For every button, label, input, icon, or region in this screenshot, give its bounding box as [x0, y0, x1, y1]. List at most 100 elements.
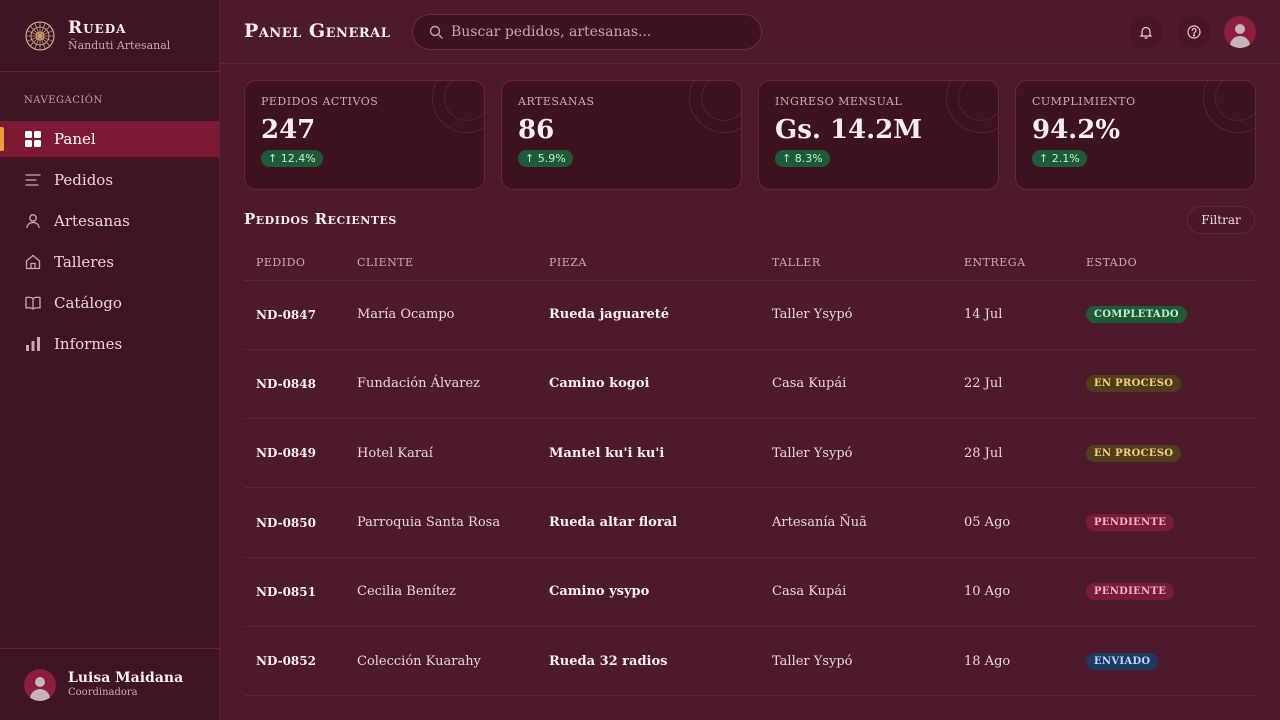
stat-value: 94.2%: [1032, 115, 1121, 145]
user-name: Luisa Maidana: [68, 670, 184, 686]
workshop-name: Taller Ysypó: [760, 418, 952, 489]
column-header-pedido[interactable]: Pedido: [244, 245, 345, 281]
order-id: ND-0850: [244, 487, 345, 558]
notifications-button[interactable]: [1130, 16, 1162, 48]
sidebar-item-talleres[interactable]: Talleres: [0, 244, 219, 280]
table-row[interactable]: ND-0851 Cecilia Benítez Camino ysypo Casa K…: [244, 557, 1256, 627]
status-cell: Enviado: [1074, 626, 1256, 697]
workshop-name: Taller Ysypó: [760, 626, 952, 697]
book-icon: [24, 294, 42, 312]
sidebar-item-artesanas[interactable]: Artesanas: [0, 203, 219, 239]
page-title: Panel General: [244, 20, 391, 42]
status-badge: Pendiente: [1086, 514, 1175, 532]
bar-chart-icon: [24, 335, 42, 353]
column-header-pieza[interactable]: Pieza: [537, 245, 760, 281]
workshop-name: Artesanía Ñuã: [760, 487, 952, 558]
stat-card-artisans: Artesanas 86 ↑ 5.9%: [501, 80, 742, 190]
sidebar-item-label: Catálogo: [54, 294, 122, 312]
status-cell: En proceso: [1074, 418, 1256, 489]
client-name: Hotel Karaí: [345, 418, 537, 489]
user-icon: [24, 212, 42, 230]
order-id: ND-0852: [244, 626, 345, 697]
avatar: [24, 668, 56, 701]
grid-icon: [24, 130, 42, 148]
sidebar-item-label: Talleres: [54, 253, 114, 271]
search-input[interactable]: [451, 24, 741, 40]
delivery-date: 10 Ago: [952, 557, 1074, 627]
client-name: Parroquia Santa Rosa: [345, 487, 537, 558]
sidebar-item-informes[interactable]: Informes: [0, 326, 219, 362]
stat-delta-badge: ↑ 5.9%: [518, 150, 573, 167]
delivery-date: 18 Ago: [952, 626, 1074, 697]
brand-title: Rueda: [68, 17, 127, 38]
stat-card-active-orders: Pedidos activos 247 ↑ 12.4%: [244, 80, 485, 190]
piece-name: Camino kogoi: [537, 349, 760, 420]
stat-value: Gs. 14.2M: [775, 115, 923, 145]
piece-name: Mantel ku'i ku'i: [537, 418, 760, 489]
orders-table: Pedido Cliente Pieza Taller Entrega Esta…: [244, 245, 1256, 697]
stat-delta-badge: ↑ 8.3%: [775, 150, 830, 167]
table-row[interactable]: ND-0849 Hotel Karaí Mantel ku'i ku'i Taller…: [244, 418, 1256, 489]
delivery-date: 14 Jul: [952, 280, 1074, 350]
client-name: Cecilia Benítez: [345, 557, 537, 627]
workshop-name: Casa Kupái: [760, 557, 952, 627]
workshop-name: Casa Kupái: [760, 349, 952, 420]
stats-cards: Pedidos activos 247 ↑ 12.4% Artesanas 86…: [244, 80, 1256, 190]
nanduti-logo-icon: [25, 21, 55, 50]
sidebar-item-catalogo[interactable]: Catálogo: [0, 285, 219, 321]
recent-orders-title: Pedidos Recientes: [244, 210, 397, 228]
status-cell: Completado: [1074, 280, 1256, 350]
search-box[interactable]: [412, 14, 762, 50]
orders-table-body: ND-0847 María Ocampo Rueda jaguareté Taller…: [244, 280, 1256, 697]
stat-delta-badge: ↑ 2.1%: [1032, 150, 1087, 167]
sidebar-nav: Panel Pedidos Artesanas Talleres Catálog…: [0, 121, 219, 367]
delivery-date: 28 Jul: [952, 418, 1074, 489]
filter-button[interactable]: Filtrar: [1187, 206, 1255, 234]
status-badge: Enviado: [1086, 652, 1159, 670]
sidebar-item-panel[interactable]: Panel: [0, 121, 219, 157]
sidebar-item-label: Informes: [54, 335, 123, 353]
sidebar-item-label: Pedidos: [54, 171, 114, 189]
column-header-taller[interactable]: Taller: [760, 245, 952, 281]
order-id: ND-0849: [244, 418, 345, 489]
piece-name: Camino ysypo: [537, 557, 760, 627]
stat-value: 86: [518, 115, 555, 145]
table-row[interactable]: ND-0850 Parroquia Santa Rosa Rueda altar f…: [244, 487, 1256, 558]
stat-card-monthly-income: Ingreso mensual Gs. 14.2M ↑ 8.3%: [758, 80, 999, 190]
stat-card-fulfillment: Cumplimiento 94.2% ↑ 2.1%: [1015, 80, 1256, 190]
piece-name: Rueda jaguareté: [537, 280, 760, 350]
help-button[interactable]: [1178, 16, 1210, 48]
status-badge: Completado: [1086, 306, 1187, 324]
search-icon: [429, 25, 443, 39]
table-row[interactable]: ND-0848 Fundación Álvarez Camino kogoi Casa…: [244, 349, 1256, 420]
sidebar: Rueda Ñanduti Artesanal NAVEGACIÓN Panel…: [0, 0, 220, 720]
stat-delta-badge: ↑ 12.4%: [261, 150, 323, 167]
top-header: Panel General: [220, 0, 1280, 64]
status-cell: Pendiente: [1074, 487, 1256, 558]
brand-subtitle: Ñanduti Artesanal: [68, 38, 171, 52]
header-avatar[interactable]: [1224, 16, 1256, 48]
order-id: ND-0848: [244, 349, 345, 420]
current-user[interactable]: Luisa Maidana Coordinadora: [0, 648, 219, 720]
order-id: ND-0847: [244, 280, 345, 350]
table-header-row: Pedido Cliente Pieza Taller Entrega Esta…: [244, 245, 1256, 281]
user-role: Coordinadora: [68, 687, 138, 698]
status-badge: En proceso: [1086, 375, 1182, 393]
table-row[interactable]: ND-0847 María Ocampo Rueda jaguareté Taller…: [244, 280, 1256, 350]
column-header-entrega[interactable]: Entrega: [952, 245, 1074, 281]
list-icon: [24, 171, 42, 189]
brand[interactable]: Rueda Ñanduti Artesanal: [0, 0, 219, 72]
piece-name: Rueda altar floral: [537, 487, 760, 558]
delivery-date: 22 Jul: [952, 349, 1074, 420]
column-header-estado[interactable]: Estado: [1074, 245, 1256, 281]
client-name: María Ocampo: [345, 280, 537, 350]
sidebar-item-pedidos[interactable]: Pedidos: [0, 162, 219, 198]
help-icon: [1187, 25, 1201, 39]
client-name: Colección Kuarahy: [345, 626, 537, 697]
house-icon: [24, 253, 42, 271]
column-header-cliente[interactable]: Cliente: [345, 245, 537, 281]
status-cell: Pendiente: [1074, 557, 1256, 627]
delivery-date: 05 Ago: [952, 487, 1074, 558]
table-row[interactable]: ND-0852 Colección Kuarahy Rueda 32 radios T…: [244, 626, 1256, 697]
stat-value: 247: [261, 115, 316, 145]
